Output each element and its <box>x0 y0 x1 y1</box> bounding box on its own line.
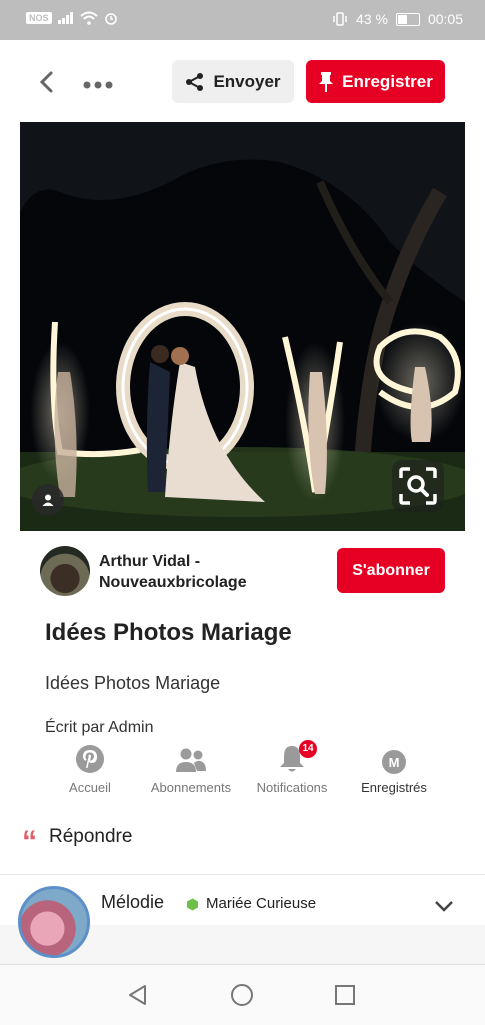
commenter-name[interactable]: Mélodie <box>101 892 164 913</box>
clock: 00:05 <box>427 11 463 27</box>
nav-home-icon[interactable] <box>230 983 254 1007</box>
send-button[interactable]: Envoyer <box>172 60 294 103</box>
share-icon <box>186 72 204 91</box>
reply-button[interactable]: “ Répondre <box>22 825 133 858</box>
alarm-icon <box>104 13 117 25</box>
visual-search-button[interactable] <box>392 460 444 512</box>
nav-recents-icon[interactable] <box>334 984 356 1006</box>
save-label: Enregistrer <box>342 71 433 91</box>
pin-title: Idées Photos Mariage <box>45 619 292 646</box>
more-options-button[interactable] <box>82 72 114 100</box>
vibrate-icon <box>333 12 347 26</box>
nav-item-home[interactable]: Accueil <box>40 738 140 795</box>
nav-label: Abonnements <box>150 780 232 795</box>
pin-icon <box>319 71 334 92</box>
status-bar: NOS 43 % 00:05 <box>0 0 485 40</box>
back-button[interactable] <box>36 70 60 94</box>
wifi-icon <box>79 11 98 25</box>
nav-label: Notifications <box>256 780 328 795</box>
send-label: Envoyer <box>213 71 281 91</box>
save-button[interactable]: Enregistrer <box>306 60 445 103</box>
author-avatar[interactable] <box>40 546 90 596</box>
commenter-avatar[interactable] <box>18 886 90 958</box>
reply-label: Répondre <box>49 826 133 847</box>
people-icon <box>176 748 206 772</box>
app-bottom-nav: Accueil Abonnements 14 Notifications M E… <box>40 738 440 800</box>
signal-icon <box>57 12 73 24</box>
nav-item-saved[interactable]: M Enregistrés <box>344 738 444 795</box>
carrier-chip: NOS <box>26 12 52 24</box>
status-bar-left: NOS <box>26 11 118 25</box>
battery-icon <box>395 12 420 26</box>
commenter-status: Mariée Curieuse <box>206 895 317 912</box>
system-nav-bar <box>0 964 485 1025</box>
nav-item-following[interactable]: Abonnements <box>141 738 241 795</box>
nav-item-notifications[interactable]: 14 Notifications <box>242 738 342 795</box>
nav-label: Enregistrés <box>361 780 427 795</box>
pin-description: Idées Photos Mariage <box>45 673 221 693</box>
person-icon <box>42 494 54 506</box>
status-hexagon-icon <box>187 898 198 911</box>
chevron-down-icon[interactable] <box>433 895 455 917</box>
battery-percent: 43 % <box>356 11 388 27</box>
lens-search-icon <box>399 467 437 505</box>
photo-attribution-button[interactable] <box>32 484 64 516</box>
more-dots-icon <box>83 81 113 89</box>
follow-button[interactable]: S'abonner <box>337 548 445 593</box>
nav-back-icon[interactable] <box>126 983 150 1007</box>
notification-badge: 14 <box>299 740 317 758</box>
author-name[interactable]: Arthur Vidal - Nouveauxbricolage <box>99 551 309 593</box>
pinterest-icon <box>76 745 104 773</box>
follow-label: S'abonner <box>352 561 430 579</box>
profile-m-icon: M <box>382 750 406 774</box>
divider <box>0 874 485 875</box>
status-bar-right: 43 % 00:05 <box>332 11 463 27</box>
nav-label: Accueil <box>69 780 111 795</box>
chevron-left-icon <box>39 71 53 93</box>
written-by: Écrit par Admin <box>45 719 154 736</box>
quote-icon: “ <box>22 825 37 858</box>
